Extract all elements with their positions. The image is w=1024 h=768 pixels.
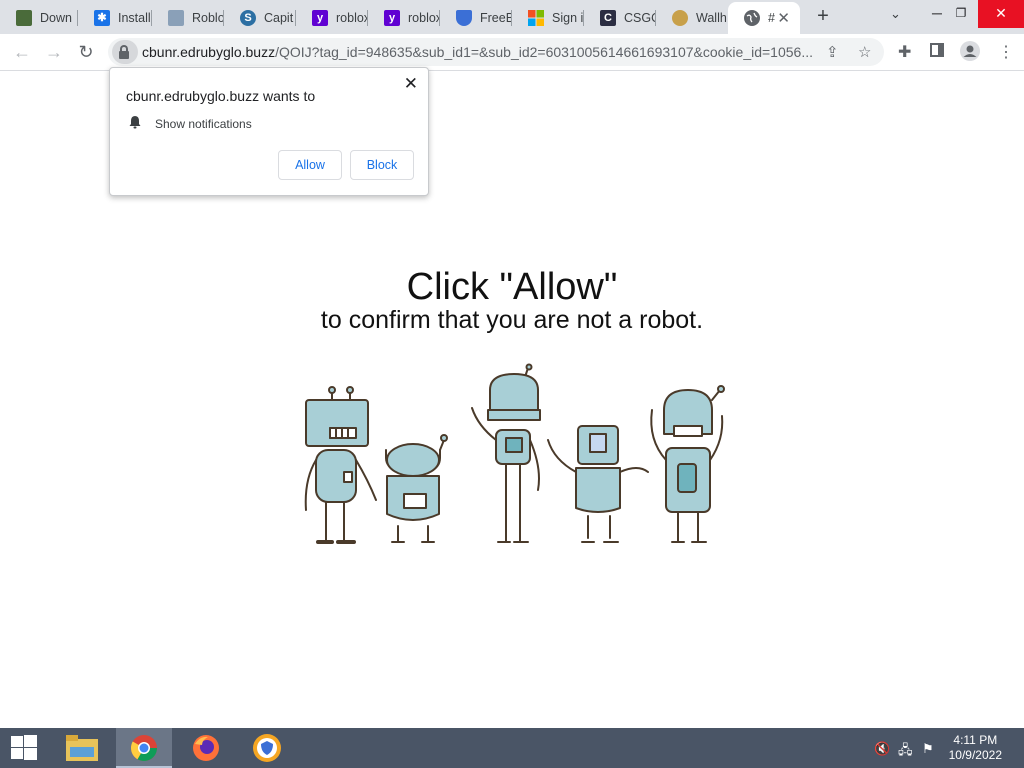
side-panel-icon[interactable] [930,43,944,62]
restore-button[interactable]: ❐ [944,0,978,28]
tab-title: Down [40,10,72,25]
volume-muted-icon[interactable]: 🔇 [874,741,890,757]
tab-title: Wallh [696,10,727,25]
popup-title: cbunr.edrubyglo.buzz wants to [126,88,316,104]
tab[interactable]: S Capit [224,3,296,32]
tab[interactable]: Roblo [152,3,224,32]
globe-icon [744,10,760,26]
windows-taskbar: 🔇 🖧 ⚑ 4:11 PM 10/9/2022 [0,728,1024,768]
extensions-puzzle-icon[interactable]: ✚ [898,42,911,62]
forward-button[interactable]: → [42,40,66,64]
tab-title: Sign i [552,10,584,25]
tab[interactable]: Sign i [512,3,584,32]
pencil-page-icon [168,9,184,26]
tab[interactable]: Down [0,3,78,32]
tab[interactable]: ✱ Install [78,3,152,32]
firefox-button[interactable] [178,728,234,768]
bell-icon [129,116,141,129]
robot-figure [471,363,541,543]
browser-toolbar: ← → ↻ cbunr.edrubyglo.buzz/QOIJ?tag_id=9… [0,34,1024,71]
yahoo-icon: y [384,9,400,26]
reload-button[interactable]: ↻ [74,40,98,64]
tab-search-chevron-icon[interactable]: ⌄ [890,6,901,22]
tab-title: roblox [336,10,368,25]
tab[interactable]: y roblox [296,3,368,32]
robots-illustration [304,363,725,544]
permission-label: Show notifications [155,117,252,131]
bookmark-star-icon[interactable]: ☆ [858,43,871,61]
menu-kebab-icon[interactable]: ⋮ [998,42,1014,62]
lock-icon[interactable] [112,40,138,64]
chrome-button[interactable] [116,728,172,768]
tab-title: Capit [264,10,294,25]
clock-time: 4:11 PM [953,733,998,747]
tab-title: CSGO [624,10,656,25]
tab-title: Roblo [192,10,224,25]
snowflake-icon: ✱ [94,9,110,26]
csgo-icon: C [600,9,616,26]
browser-shield-icon [253,734,281,762]
allow-button[interactable]: Allow [278,150,342,180]
tab-title: Install [118,10,151,25]
robot-figure [385,434,448,543]
url-path: /QOIJ?tag_id=948635&sub_id1=&sub_id2=603… [275,44,812,60]
microsoft-icon [528,9,544,26]
tab-active[interactable]: # ✕ [728,2,800,34]
new-tab-button[interactable]: + [812,5,834,29]
clock-date: 10/9/2022 [948,748,1002,762]
close-window-button[interactable]: ✕ [978,0,1024,28]
file-explorer-button[interactable] [54,728,110,768]
url-host: cbunr.edrubyglo.buzz [142,44,276,60]
page-subline: to confirm that you are not a robot. [320,306,704,334]
secure-browser-button[interactable] [240,728,296,768]
system-clock[interactable]: 4:11 PM 10/9/2022 [949,733,1002,763]
firefox-icon [193,735,219,761]
close-tab-icon[interactable]: ✕ [777,9,790,27]
back-button[interactable]: ← [10,40,34,64]
tab[interactable]: y roblox [368,3,440,32]
profile-avatar-icon[interactable] [960,41,980,66]
wolf-game-icon [16,9,32,26]
file-explorer-icon [66,735,98,761]
windows-logo-icon [11,735,37,760]
address-bar[interactable]: cbunr.edrubyglo.buzz/QOIJ?tag_id=948635&… [108,38,884,66]
chrome-icon [130,735,158,762]
page-headline: Click "Allow" [406,266,618,308]
robot-figure [547,425,649,543]
shield-icon [456,9,472,26]
robot-figure [650,385,725,543]
doge-icon [672,9,688,26]
action-center-icon[interactable]: ⚑ [922,741,934,757]
start-button[interactable] [0,728,48,768]
tab[interactable]: FreeB [440,3,512,32]
close-icon[interactable]: ✕ [404,74,418,94]
tab[interactable]: C CSGO [584,3,656,32]
yahoo-icon: y [312,9,328,26]
s-circle-icon: S [240,9,256,26]
robot-figure [304,386,377,544]
network-icon[interactable]: 🖧 [898,741,913,763]
notification-permission-popup: cbunr.edrubyglo.buzz wants to ✕ Show not… [109,67,429,196]
tab[interactable]: Wallh [656,3,728,32]
tab-strip: Down ✱ Install Roblo S Capit y roblox y … [0,0,1024,34]
url-text[interactable]: cbunr.edrubyglo.buzz/QOIJ?tag_id=948635&… [142,44,812,60]
block-button[interactable]: Block [350,150,414,180]
tab-title: FreeB [480,10,512,25]
share-icon[interactable]: ⇪ [826,43,839,61]
tab-title: roblox [408,10,440,25]
